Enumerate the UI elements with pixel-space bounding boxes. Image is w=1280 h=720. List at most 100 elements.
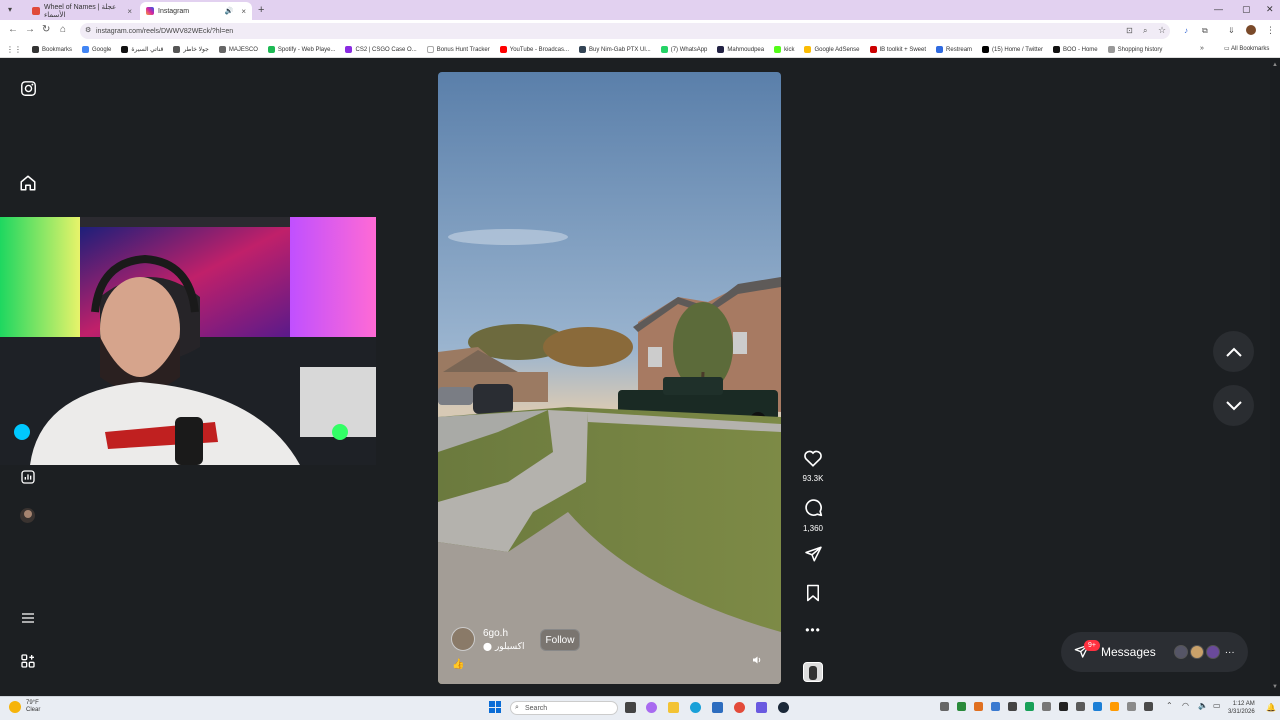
- reload-button[interactable]: ↻: [42, 24, 50, 35]
- taskbar-clock[interactable]: 1:12 AM 3/31/2026: [1228, 700, 1255, 716]
- tray-app-icon[interactable]: [1059, 702, 1068, 711]
- next-reel-button[interactable]: [1213, 385, 1254, 426]
- author-avatar[interactable]: [451, 627, 475, 651]
- profile-avatar[interactable]: [20, 508, 35, 523]
- zoom-icon[interactable]: ⌕: [1143, 26, 1147, 36]
- bookmark-item[interactable]: MAJESCO: [218, 46, 258, 53]
- bookmark-item[interactable]: Bonus Hunt Tracker: [426, 46, 490, 53]
- close-window-button[interactable]: ✕: [1266, 4, 1274, 15]
- tab-search-icon[interactable]: ▾: [8, 5, 12, 14]
- bookmark-item[interactable]: Google: [82, 46, 111, 53]
- task-view-icon[interactable]: [625, 702, 636, 713]
- address-bar[interactable]: ⚙ instagram.com/reels/DWWV82WEck/?hl=en: [80, 23, 1170, 39]
- also-from-meta-icon[interactable]: [18, 651, 38, 671]
- more-options-icon[interactable]: •••: [800, 623, 826, 637]
- comment-action[interactable]: 1,360: [800, 497, 826, 533]
- all-bookmarks-folder[interactable]: ▭ All Bookmarks: [1224, 45, 1269, 52]
- file-explorer-icon[interactable]: [668, 702, 679, 713]
- tray-app-icon[interactable]: [1127, 702, 1136, 711]
- home-icon[interactable]: [18, 173, 38, 193]
- dashboard-icon[interactable]: [18, 467, 38, 487]
- downloads-icon[interactable]: ⇓: [1228, 26, 1235, 35]
- profile-avatar[interactable]: [1246, 25, 1256, 35]
- audio-track-thumbnail[interactable]: [803, 662, 823, 682]
- bookmark-item[interactable]: Mahmoudpea: [717, 46, 764, 53]
- maximize-window-button[interactable]: ▢: [1242, 4, 1251, 15]
- bookmark-item[interactable]: (15) Home / Twitter: [982, 46, 1043, 53]
- tray-app-icon[interactable]: [1110, 702, 1119, 711]
- bookmark-item[interactable]: Spotify - Web Playe...: [267, 46, 335, 53]
- copilot-icon[interactable]: [646, 702, 657, 713]
- weather-widget[interactable]: 79°F Clear: [26, 700, 40, 714]
- instagram-logo-icon[interactable]: [18, 78, 38, 98]
- bookmark-star-icon[interactable]: ☆: [1158, 25, 1166, 36]
- tab-instagram[interactable]: Instagram 🔊 ×: [140, 2, 252, 20]
- store-icon[interactable]: [712, 702, 723, 713]
- home-button[interactable]: ⌂: [60, 24, 66, 35]
- install-app-icon[interactable]: ⊡: [1126, 26, 1133, 35]
- tray-app-icon[interactable]: [1076, 702, 1085, 711]
- apps-icon[interactable]: ⋮⋮: [6, 45, 22, 54]
- bookmark-item[interactable]: قناتي السيرة: [121, 46, 163, 53]
- heart-icon[interactable]: [803, 450, 823, 471]
- tray-app-icon[interactable]: [1144, 702, 1153, 711]
- bookmark-item[interactable]: YouTube - Broadcas...: [499, 46, 569, 53]
- reel-video[interactable]: [438, 72, 781, 684]
- bookmark-item[interactable]: جولا خاطر: [173, 46, 209, 53]
- bookmark-item[interactable]: Shopping history: [1107, 46, 1162, 53]
- new-tab-button[interactable]: +: [258, 4, 264, 16]
- extensions-icon[interactable]: ⧉: [1202, 26, 1208, 36]
- notifications-icon[interactable]: 🔔: [1266, 703, 1276, 712]
- discord-icon[interactable]: [756, 702, 767, 713]
- bookmark-item[interactable]: CS2 | CSGO Case O...: [345, 46, 417, 53]
- close-tab-icon[interactable]: ×: [241, 7, 246, 16]
- edge-icon[interactable]: [690, 702, 701, 713]
- previous-reel-button[interactable]: [1213, 331, 1254, 372]
- tray-app-icon[interactable]: [1042, 702, 1051, 711]
- like-action[interactable]: 93.3K: [800, 449, 826, 483]
- more-menu-icon[interactable]: [18, 608, 38, 628]
- tray-overflow-icon[interactable]: ⌃: [1166, 701, 1173, 710]
- tray-app-icon[interactable]: [1093, 702, 1102, 711]
- battery-icon[interactable]: ▭: [1213, 701, 1221, 710]
- volume-icon[interactable]: 🔈: [1198, 701, 1208, 710]
- weather-icon[interactable]: [9, 701, 21, 713]
- messages-button[interactable]: Messages ···: [1061, 632, 1248, 672]
- chrome-menu-icon[interactable]: ⋮: [1266, 25, 1275, 36]
- save-bookmark-icon[interactable]: [800, 584, 826, 607]
- bookmark-item[interactable]: Google AdSense: [804, 46, 860, 53]
- comment-icon[interactable]: [803, 499, 823, 521]
- bookmark-item[interactable]: IB toolkit + Sweet: [869, 46, 926, 53]
- audio-toggle-icon[interactable]: [751, 654, 763, 669]
- tab-wheel-of-names[interactable]: Wheel of Names | عجلة الأسماء ×: [26, 2, 138, 20]
- page-scrollbar[interactable]: ▲ ▼: [1270, 60, 1280, 696]
- steam-icon[interactable]: [778, 702, 789, 713]
- bookmark-item[interactable]: kick: [774, 46, 794, 53]
- back-button[interactable]: ←: [8, 24, 18, 35]
- author-username[interactable]: 6go.h: [483, 628, 508, 639]
- close-tab-icon[interactable]: ×: [127, 7, 132, 16]
- bookmark-item[interactable]: Restream: [936, 46, 972, 53]
- audio-playing-icon[interactable]: 🔊: [225, 7, 234, 15]
- tray-app-icon[interactable]: [1008, 702, 1017, 711]
- minimize-window-button[interactable]: —: [1214, 4, 1223, 14]
- taskbar-search[interactable]: ⌕ Search: [510, 701, 618, 715]
- author-location[interactable]: ⬤ اكسبلور: [483, 641, 524, 652]
- bookmark-item[interactable]: Buy Nim-Gab PTX Ul...: [579, 46, 651, 53]
- bookmark-item[interactable]: BOO - Home: [1052, 46, 1098, 53]
- follow-button[interactable]: Follow: [540, 629, 580, 651]
- tray-app-icon[interactable]: [1025, 702, 1034, 711]
- bookmarks-overflow-icon[interactable]: »: [1200, 45, 1204, 52]
- forward-button[interactable]: →: [25, 24, 35, 35]
- site-info-icon[interactable]: ⚙: [85, 26, 91, 34]
- chrome-icon[interactable]: [734, 702, 745, 713]
- bookmark-item[interactable]: (7) WhatsApp: [660, 46, 707, 53]
- tray-app-icon[interactable]: [991, 702, 1000, 711]
- wifi-icon[interactable]: ◠: [1182, 701, 1189, 710]
- tray-app-icon[interactable]: [940, 702, 949, 711]
- tray-app-icon[interactable]: [974, 702, 983, 711]
- tray-app-icon[interactable]: [957, 702, 966, 711]
- bookmark-item[interactable]: Bookmarks: [32, 46, 72, 53]
- share-icon[interactable]: [800, 545, 826, 568]
- media-control-icon[interactable]: ♪: [1184, 26, 1188, 35]
